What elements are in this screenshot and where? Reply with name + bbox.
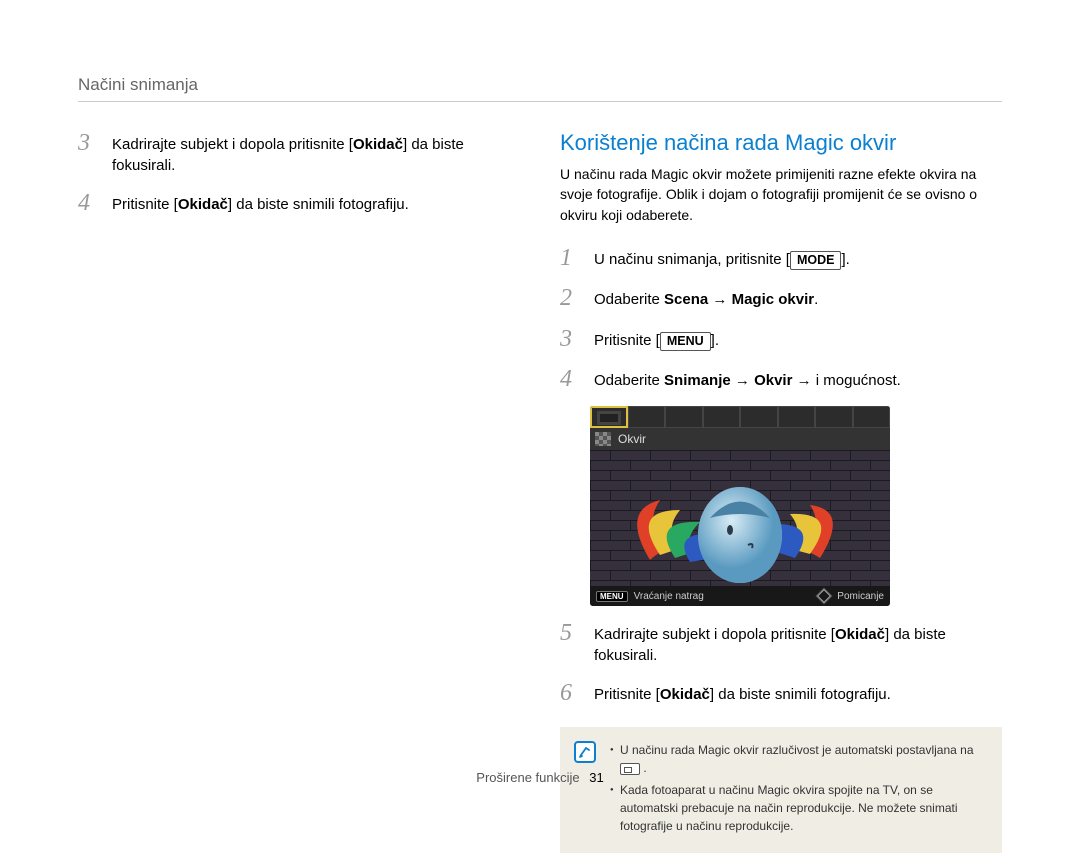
note-list: U načinu rada Magic okvir razlučivost je… — [610, 741, 986, 839]
frame-thumb-1[interactable] — [590, 406, 628, 428]
frame-label-row: Okvir — [590, 428, 890, 450]
step: 5 Kadrirajte subjekt i dopola pritisnite … — [560, 620, 1002, 666]
right-column: Korištenje načina rada Magic okvir U nač… — [560, 130, 1002, 853]
camera-screenshot: Okvir — [590, 406, 890, 606]
nav-diamond-icon — [817, 589, 831, 603]
checker-icon — [594, 431, 612, 447]
step-text: Pritisnite [MENU]. — [594, 326, 1002, 352]
steps-right-5-6: 5 Kadrirajte subjekt i dopola pritisnite … — [560, 620, 1002, 706]
step: 2 Odaberite Scena → Magic okvir. — [560, 285, 1002, 311]
step-number: 3 — [78, 130, 98, 176]
step-number: 4 — [78, 190, 98, 216]
frame-thumb-2[interactable] — [628, 406, 666, 428]
page: Načini snimanja 3 Kadrirajte subjekt i do… — [0, 0, 1080, 853]
step-text: Kadrirajte subjekt i dopola pritisnite [… — [112, 130, 520, 176]
steps-right-1-4: 1U načinu snimanja, pritisnite [MODE].2O… — [560, 245, 1002, 393]
step-number: 1 — [560, 245, 580, 271]
screenshot-footer: MENU Vraćanje natrag Pomicanje — [590, 586, 890, 606]
note-box: U načinu rada Magic okvir razlučivost je… — [560, 727, 1002, 853]
steps-left: 3 Kadrirajte subjekt i dopola pritisnite … — [78, 130, 520, 216]
step: 3 Kadrirajte subjekt i dopola pritisnite … — [78, 130, 520, 176]
note-icon — [574, 741, 596, 763]
step-text: Kadrirajte subjekt i dopola pritisnite [… — [594, 620, 1002, 666]
section-intro: U načinu rada Magic okvir možete primije… — [560, 164, 1002, 225]
page-footer: Proširene funkcije 31 — [0, 770, 1080, 785]
step: 4 Pritisnite [Okidač] da biste snimili fo… — [78, 190, 520, 216]
footer-section: Proširene funkcije — [476, 770, 579, 785]
frame-thumb-5[interactable] — [740, 406, 778, 428]
step-text: U načinu snimanja, pritisnite [MODE]. — [594, 245, 1002, 271]
step-text: Pritisnite [Okidač] da biste snimili fot… — [594, 680, 1002, 706]
frame-thumb-3[interactable] — [665, 406, 703, 428]
step-number: 5 — [560, 620, 580, 666]
frame-thumb-4[interactable] — [703, 406, 741, 428]
note-item: Kada fotoaparat u načinu Magic okvira sp… — [610, 781, 986, 835]
page-header: Načini snimanja — [78, 75, 1002, 102]
step-text: Pritisnite [Okidač] da biste snimili fot… — [112, 190, 520, 216]
menu-keycap: MENU — [596, 591, 628, 602]
columns: 3 Kadrirajte subjekt i dopola pritisnite … — [78, 130, 1002, 853]
step-text: Odaberite Scena → Magic okvir. — [594, 285, 1002, 311]
scroll-label: Pomicanje — [837, 591, 884, 602]
step: 3 Pritisnite [MENU]. — [560, 326, 1002, 352]
frame-thumb-6[interactable] — [778, 406, 816, 428]
frame-thumb-7[interactable] — [815, 406, 853, 428]
step-number: 4 — [560, 366, 580, 392]
step: 6 Pritisnite [Okidač] da biste snimili fo… — [560, 680, 1002, 706]
step-text: Odaberite Snimanje → Okvir → i mogućnost… — [594, 366, 1002, 392]
left-column: 3 Kadrirajte subjekt i dopola pritisnite … — [78, 130, 520, 853]
step: 4 Odaberite Snimanje → Okvir → i mogućnos… — [560, 366, 1002, 392]
footer-page-number: 31 — [589, 770, 603, 785]
step-number: 6 — [560, 680, 580, 706]
frame-label: Okvir — [618, 432, 646, 446]
back-label: Vraćanje natrag — [634, 591, 704, 602]
section-title: Korištenje načina rada Magic okvir — [560, 130, 1002, 156]
step-number: 3 — [560, 326, 580, 352]
frame-thumbnails — [590, 406, 890, 428]
step-number: 2 — [560, 285, 580, 311]
frame-thumb-8[interactable] — [853, 406, 891, 428]
step: 1 U načinu snimanja, pritisnite [MODE]. — [560, 245, 1002, 271]
frame-preview — [590, 450, 890, 586]
